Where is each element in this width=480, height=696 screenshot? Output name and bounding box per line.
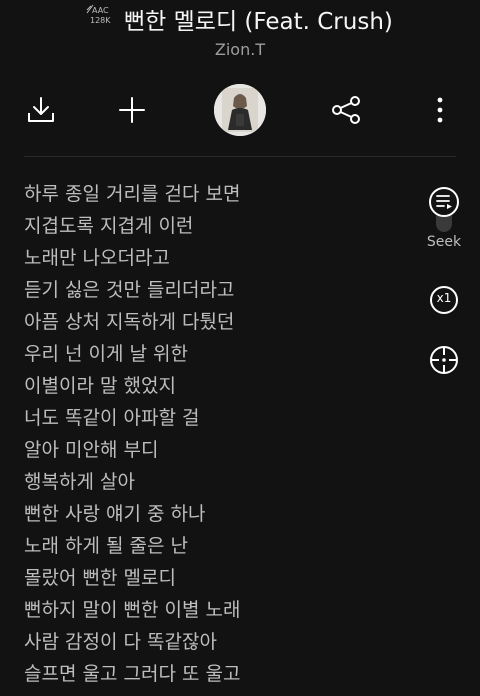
lyric-line[interactable]: 몰랐어 뻔한 멜로디	[24, 562, 404, 594]
sync-lyrics-button[interactable]	[416, 344, 472, 376]
lyric-line[interactable]: 노래 하게 될 줄은 난	[24, 530, 404, 562]
share-icon	[332, 96, 360, 124]
lyric-line[interactable]: 노래만 나오더라고	[24, 242, 404, 274]
lyric-line[interactable]: 행복하게 살아	[24, 466, 404, 498]
add-to-playlist-button[interactable]	[104, 82, 160, 138]
crosshair-icon	[430, 346, 458, 374]
bitrate-label: 128K	[90, 16, 111, 25]
lyric-line[interactable]: 지겹도록 지겹게 이런	[24, 210, 404, 242]
lyric-line[interactable]: 우리 넌 이게 날 위한	[24, 338, 404, 370]
codec-label: AAC	[92, 6, 109, 15]
lyric-line[interactable]: 듣기 싫은 것만 들리더라고	[24, 274, 404, 306]
audio-quality-badge: AAC 128K	[86, 4, 118, 28]
lyric-line[interactable]: 뻔하지 말이 뻔한 이별 노래	[24, 594, 404, 626]
download-icon	[28, 97, 54, 122]
lyric-line[interactable]: 사람 감정이 다 똑같잖아	[24, 626, 404, 658]
lyrics-panel[interactable]: 하루 종일 거리를 걷다 보면 지겹도록 지겹게 이런 노래만 나오더라고 듣기…	[24, 178, 404, 690]
divider	[24, 156, 456, 157]
album-cover-image	[214, 84, 266, 136]
lyrics-seek-icon	[429, 187, 459, 232]
more-icon	[437, 97, 443, 123]
lyric-line[interactable]: 슬프면 울고 그러다 또 울고	[24, 658, 404, 690]
lyric-line[interactable]: 너도 똑같이 아파할 걸	[24, 402, 404, 434]
speed-label: x1	[436, 291, 452, 305]
player-header: AAC 128K 뻔한 멜로디 (Feat. Crush) Zion.T	[0, 0, 480, 68]
artist-name[interactable]: Zion.T	[0, 40, 480, 59]
lyric-line[interactable]: 아픔 상처 지독하게 다퉜던	[24, 306, 404, 338]
album-art[interactable]	[214, 84, 266, 136]
playback-speed-button[interactable]: x1	[416, 284, 472, 316]
lyric-line[interactable]: 알아 미안해 부디	[24, 434, 404, 466]
lyric-line[interactable]: 이별이라 말 했었지	[24, 370, 404, 402]
lyric-line[interactable]: 뻔한 사랑 얘기 중 하나	[24, 498, 404, 530]
lyric-line[interactable]: 하루 종일 거리를 걷다 보면	[24, 178, 404, 210]
song-title: 뻔한 멜로디 (Feat. Crush)	[124, 9, 393, 35]
share-button[interactable]	[318, 82, 374, 138]
add-icon	[119, 97, 145, 123]
download-button[interactable]	[13, 82, 69, 138]
seek-toggle[interactable]: Seek	[416, 184, 472, 250]
seek-label: Seek	[426, 234, 462, 250]
more-options-button[interactable]	[412, 82, 468, 138]
